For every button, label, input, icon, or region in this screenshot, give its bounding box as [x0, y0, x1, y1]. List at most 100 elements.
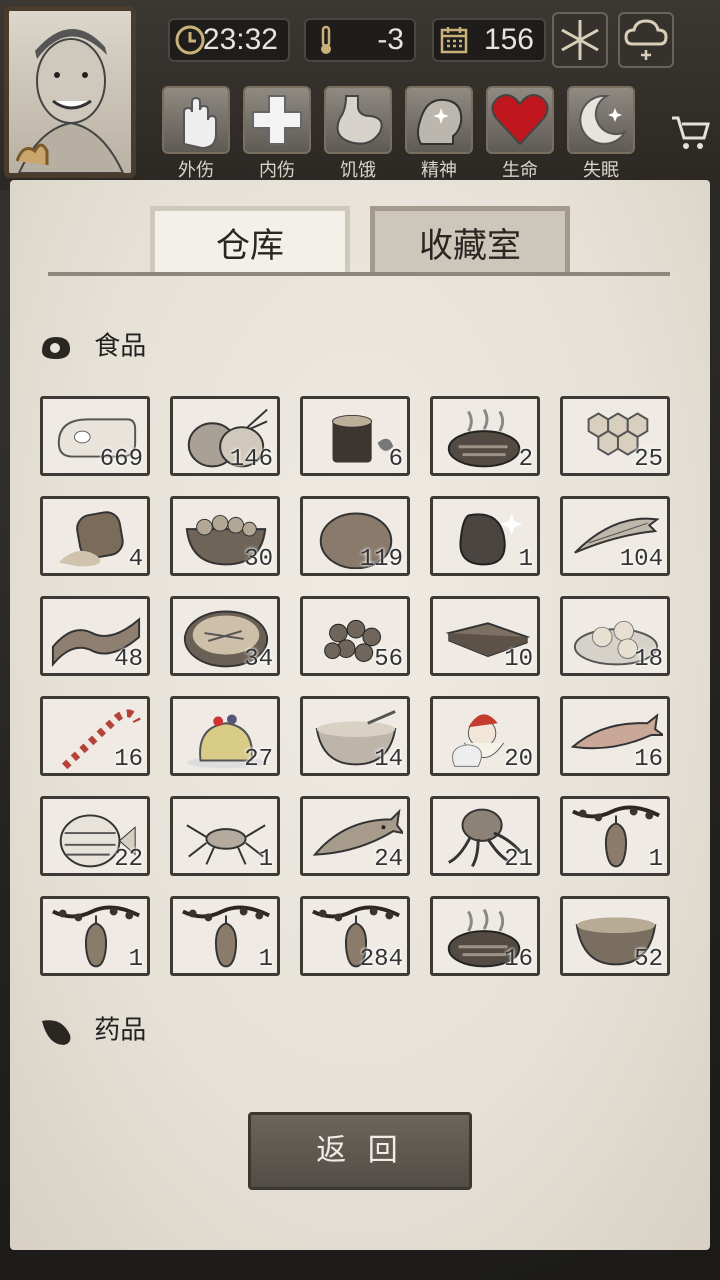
calendar-icon	[440, 27, 468, 54]
inventory-slot[interactable]: 20	[430, 696, 540, 776]
inventory-slot[interactable]: 146	[170, 396, 280, 476]
head-sparkle-icon	[417, 98, 463, 145]
hunger-status[interactable]	[324, 86, 392, 154]
thermometer-icon	[321, 25, 331, 54]
item-count: 1	[128, 946, 143, 973]
inventory-slot[interactable]: 10	[430, 596, 540, 676]
moon-star-icon	[579, 94, 628, 145]
inventory-slot[interactable]: 22	[40, 796, 150, 876]
inventory-slot[interactable]: 52	[560, 896, 670, 976]
medicine-section-title: 药品	[94, 1015, 147, 1046]
status-label-hunger: 饥饿	[340, 160, 376, 181]
item-count: 1	[518, 546, 533, 573]
snowflake-icon	[561, 20, 599, 60]
food-section-title: 食品	[94, 331, 147, 362]
inventory-slot[interactable]: 119	[300, 496, 410, 576]
inventory-slot[interactable]: 21	[430, 796, 540, 876]
inventory-slot[interactable]: 2	[430, 396, 540, 476]
item-count: 4	[128, 546, 143, 573]
internal-injury-status[interactable]	[243, 86, 311, 154]
status-label-spirit: 精神	[421, 160, 457, 181]
inventory-slot[interactable]: 16	[430, 896, 540, 976]
life-status[interactable]	[486, 86, 554, 154]
stomach-icon	[336, 95, 383, 145]
inventory-slot[interactable]: 30	[170, 496, 280, 576]
inventory-slot[interactable]: 1	[40, 896, 150, 976]
item-count: 669	[99, 446, 143, 473]
item-count: 56	[374, 646, 403, 673]
character-portrait[interactable]	[4, 6, 136, 178]
item-count: 52	[634, 946, 663, 973]
meat-icon	[42, 336, 70, 359]
item-count: 1	[258, 946, 273, 973]
inventory-slot[interactable]: 27	[170, 696, 280, 776]
item-count: 10	[504, 646, 533, 673]
inventory-slot[interactable]: 34	[170, 596, 280, 676]
day-counter: 156	[432, 18, 546, 62]
tab-divider	[48, 272, 670, 276]
inventory-slot[interactable]: 56	[300, 596, 410, 676]
item-count: 16	[634, 746, 663, 773]
status-label-internal: 内伤	[259, 160, 295, 181]
inventory-slot[interactable]: 16	[560, 696, 670, 776]
inventory-slot[interactable]: 1	[560, 796, 670, 876]
item-count: 30	[244, 546, 273, 573]
weather-button[interactable]	[618, 12, 674, 68]
inventory-slot[interactable]: 25	[560, 396, 670, 476]
leaf-icon	[42, 1019, 71, 1045]
temperature-value: -3	[377, 23, 404, 56]
clock-icon	[175, 25, 205, 55]
inventory-slot[interactable]: 104	[560, 496, 670, 576]
item-count: 119	[359, 546, 403, 573]
item-count: 104	[619, 546, 663, 573]
food-section-header: 食品	[38, 326, 146, 366]
cart-icon[interactable]	[668, 110, 712, 154]
status-label-insomnia: 失眠	[583, 160, 619, 181]
inventory-slot[interactable]: 4	[40, 496, 150, 576]
inventory-slot[interactable]: 284	[300, 896, 410, 976]
external-injury-status[interactable]	[162, 86, 230, 154]
snowflake-button[interactable]	[552, 12, 608, 68]
cloud-snow-icon	[624, 19, 668, 60]
temperature-display: -3	[304, 18, 416, 62]
inventory-slot[interactable]: 24	[300, 796, 410, 876]
insomnia-status[interactable]	[567, 86, 635, 154]
day-value: 156	[483, 23, 534, 56]
item-count: 16	[114, 746, 143, 773]
inventory-slot[interactable]: 1	[170, 896, 280, 976]
item-count: 2	[518, 446, 533, 473]
item-count: 48	[114, 646, 143, 673]
inventory-slot[interactable]: 1	[430, 496, 540, 576]
item-count: 21	[504, 846, 533, 873]
clock-display: 23:32	[168, 18, 290, 62]
item-count: 1	[648, 846, 663, 873]
hand-icon	[183, 96, 217, 150]
inventory-slot[interactable]: 48	[40, 596, 150, 676]
status-label-life: 生命	[502, 160, 538, 181]
item-count: 22	[114, 846, 143, 873]
tab-collection[interactable]: 收藏室	[370, 206, 570, 276]
tab-warehouse[interactable]: 仓库	[150, 206, 350, 276]
heart-icon	[491, 94, 549, 146]
inventory-slot[interactable]: 669	[40, 396, 150, 476]
item-count: 146	[229, 446, 273, 473]
back-button[interactable]: 返 回	[248, 1112, 472, 1190]
top-hud: 23:32 -3 156 外伤 内伤 饥饿 精神 生命 失眠	[0, 0, 720, 190]
item-count: 24	[374, 846, 403, 873]
item-count: 1	[258, 846, 273, 873]
item-count: 18	[634, 646, 663, 673]
status-label-external: 外伤	[178, 160, 214, 181]
inventory-slot[interactable]: 14	[300, 696, 410, 776]
inventory-slot[interactable]: 1	[170, 796, 280, 876]
cross-icon	[252, 95, 302, 145]
inventory-slot[interactable]: 16	[40, 696, 150, 776]
item-count: 16	[504, 946, 533, 973]
spirit-status[interactable]	[405, 86, 473, 154]
time-value: 23:32	[202, 23, 278, 56]
item-count: 284	[359, 946, 403, 973]
inventory-slot[interactable]: 18	[560, 596, 670, 676]
item-count: 20	[504, 746, 533, 773]
item-count: 27	[244, 746, 273, 773]
inventory-slot[interactable]: 6	[300, 396, 410, 476]
item-count: 25	[634, 446, 663, 473]
